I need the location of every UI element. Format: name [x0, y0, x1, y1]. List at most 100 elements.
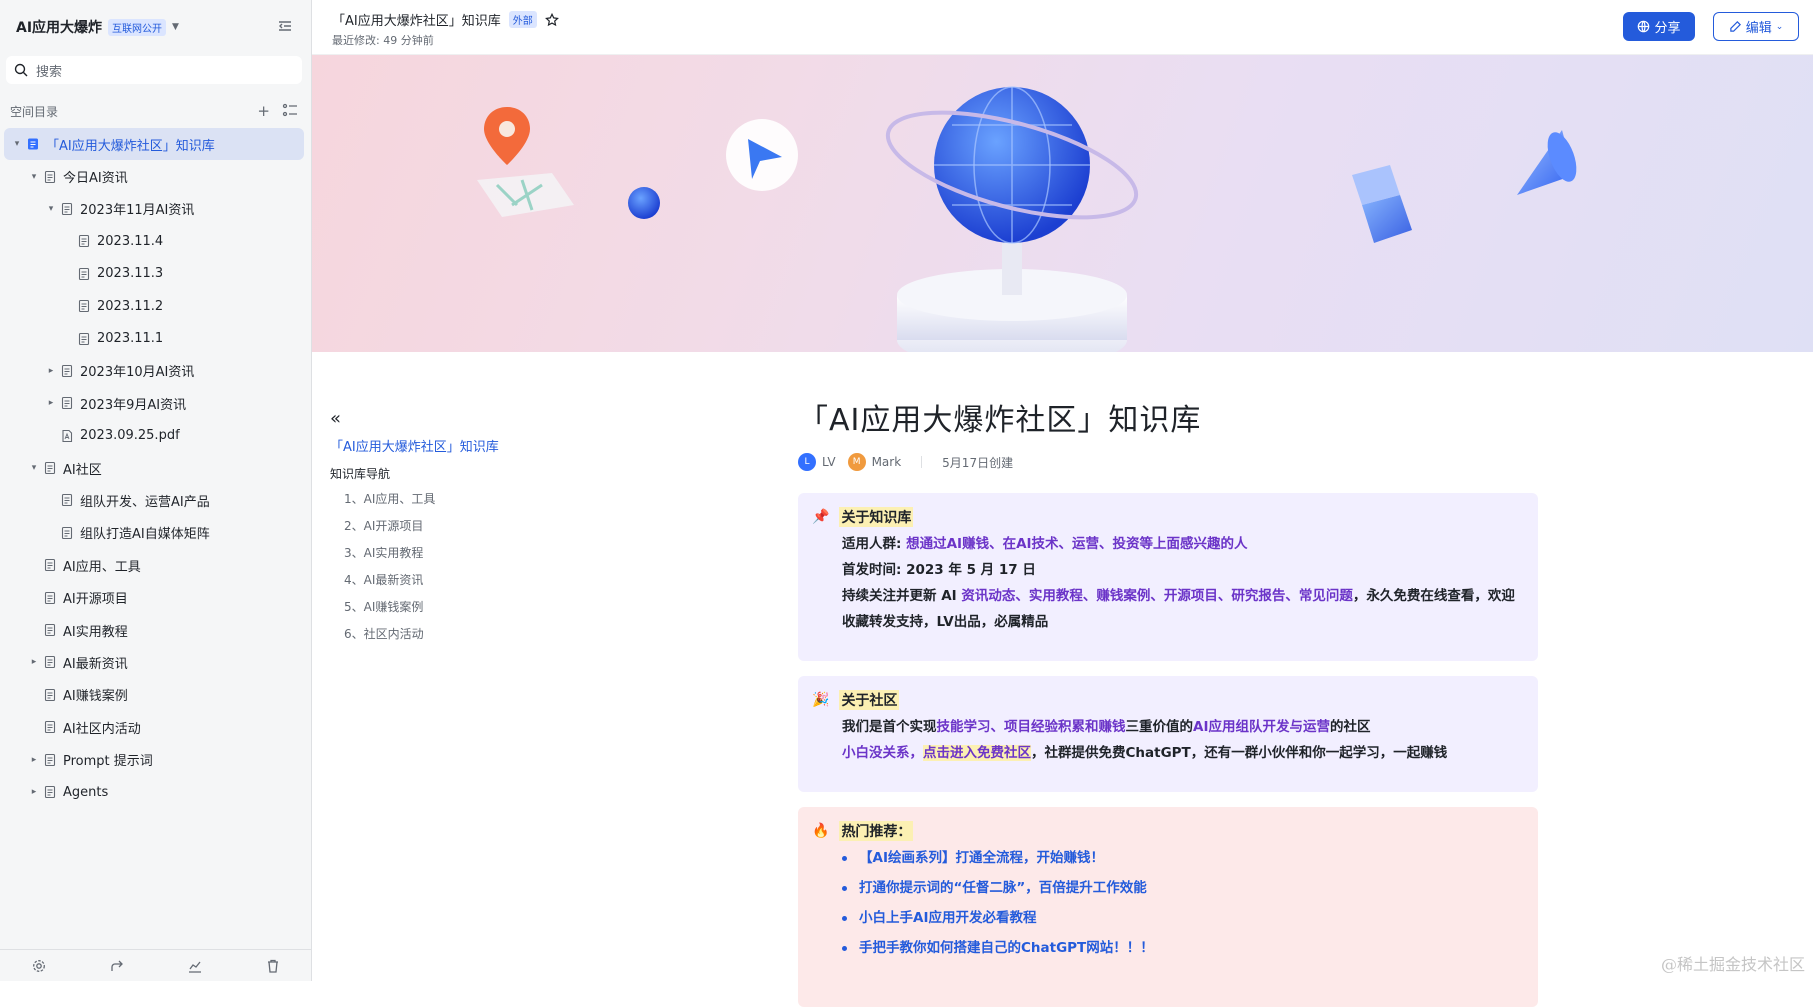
- chevron-down-icon: ⌄: [1776, 22, 1784, 32]
- map-pin-icon: [477, 107, 574, 217]
- text-highlight: 技能学习、项目经验积累和赚钱: [937, 719, 1126, 735]
- document-icon: [43, 720, 57, 734]
- join-community-link[interactable]: 点击进入免费社区: [923, 745, 1031, 761]
- tree-item[interactable]: ▾2023年11月AI资讯: [4, 193, 304, 225]
- text: ，社群提供免费ChatGPT，还有一群小伙伴和你一起学习，一起赚钱: [1031, 745, 1447, 761]
- caret-down-icon[interactable]: ▾: [27, 172, 41, 182]
- cube-icon: [1352, 165, 1412, 243]
- search-placeholder: 搜索: [36, 61, 62, 80]
- audience-line: 适用人群: 想通过AI赚钱、在AI技术、运营、投资等上面感兴趣的人: [842, 531, 1524, 557]
- top-bar: 「AI应用大爆炸社区」知识库 外部 最近修改: 49 分钟前 分享 编辑 ⌄: [312, 0, 1813, 55]
- tree-item[interactable]: ▾「AI应用大爆炸社区」知识库: [4, 128, 304, 160]
- tree-item-label: 2023.11.3: [97, 266, 163, 281]
- list-item-link[interactable]: 小白上手AI应用开发必看教程: [859, 903, 1036, 933]
- tree-item[interactable]: ▸ 2023年9月AI资讯: [4, 387, 304, 419]
- tree-item-label: 2023年9月AI资讯: [80, 394, 186, 413]
- tree-item[interactable]: ▸2023年10月AI资讯: [4, 355, 304, 387]
- tree-item[interactable]: AI赚钱案例: [4, 679, 304, 711]
- tree-item-label: AI最新资讯: [63, 653, 128, 672]
- avatar[interactable]: M: [848, 453, 866, 471]
- share-button[interactable]: 分享: [1623, 12, 1695, 41]
- tree-item-label: 组队开发、运营AI产品: [80, 491, 210, 510]
- bullet: [842, 946, 847, 951]
- tree-item[interactable]: 2023.09.25.pdf: [4, 420, 304, 452]
- caret-down-icon[interactable]: ▾: [10, 139, 24, 149]
- caret-right-icon[interactable]: ▸: [27, 787, 41, 797]
- text-highlight: 小白没关系，: [842, 745, 923, 761]
- callout-title: 关于知识库: [839, 507, 913, 527]
- share-out-icon[interactable]: [109, 958, 125, 974]
- avatar[interactable]: L: [798, 453, 816, 471]
- tree-item[interactable]: 组队开发、运营AI产品: [4, 484, 304, 516]
- edit-button[interactable]: 编辑 ⌄: [1713, 12, 1799, 41]
- caret-right-icon[interactable]: ▸: [44, 398, 58, 408]
- toc-item[interactable]: 4、AI最新资讯: [330, 567, 560, 594]
- external-badge: 外部: [509, 11, 537, 28]
- star-icon[interactable]: [545, 13, 559, 27]
- audience-value: 想通过AI赚钱、在AI技术、运营、投资等上面感兴趣的人: [906, 536, 1247, 552]
- callout-title: 关于社区: [839, 690, 899, 710]
- trash-icon[interactable]: [265, 958, 281, 974]
- document-icon: [43, 688, 57, 702]
- toc-item[interactable]: 2、AI开源项目: [330, 513, 560, 540]
- caret-down-icon[interactable]: ▾: [27, 463, 41, 473]
- space-header[interactable]: AI应用大爆炸 互联网公开 ▼: [16, 16, 179, 38]
- first-publish: 首发时间: 2023 年 5 月 17 日: [842, 557, 1524, 583]
- search-input[interactable]: 搜索: [6, 56, 302, 84]
- share-label: 分享: [1654, 17, 1680, 36]
- author-name[interactable]: LV: [822, 455, 836, 469]
- tree-item[interactable]: ▸Agents: [4, 776, 304, 808]
- chevron-down-icon[interactable]: ▼: [172, 22, 179, 32]
- document-icon: [43, 170, 57, 184]
- document-icon: [43, 785, 57, 799]
- collapse-toc-icon[interactable]: «: [330, 410, 560, 428]
- author-name[interactable]: Mark: [872, 455, 902, 469]
- list-item[interactable]: 打通你提示词的“任督二脉”，百倍提升工作效能: [842, 873, 1524, 903]
- space-tree: ▾「AI应用大爆炸社区」知识库▾今日AI资讯▾2023年11月AI资讯 2023.…: [4, 128, 304, 808]
- tree-item[interactable]: AI开源项目: [4, 581, 304, 613]
- tree-item-label: 2023.11.4: [97, 234, 163, 249]
- toc-item[interactable]: 1、AI应用、工具: [330, 486, 560, 513]
- list-item[interactable]: 【AI绘画系列】打通全流程，开始赚钱！: [842, 843, 1524, 873]
- list-item-link[interactable]: 【AI绘画系列】打通全流程，开始赚钱！: [859, 843, 1104, 873]
- tree-item[interactable]: AI应用、工具: [4, 549, 304, 581]
- document-icon: [43, 655, 57, 669]
- tree-item-label: 2023.11.1: [97, 331, 163, 346]
- tree-item[interactable]: ▾AI社区: [4, 452, 304, 484]
- tree-item[interactable]: 2023.11.2: [4, 290, 304, 322]
- list-settings-icon[interactable]: [282, 102, 298, 118]
- list-item-link[interactable]: 打通你提示词的“任督二脉”，百倍提升工作效能: [859, 873, 1147, 903]
- collapse-sidebar-icon[interactable]: [277, 18, 293, 34]
- list-item[interactable]: 小白上手AI应用开发必看教程: [842, 903, 1524, 933]
- list-item-link[interactable]: 手把手教你如何搭建自己的ChatGPT网站！！！: [859, 933, 1154, 963]
- document-icon: [77, 234, 91, 248]
- tree-item[interactable]: ▸ AI最新资讯: [4, 646, 304, 678]
- tree-item[interactable]: AI社区内活动: [4, 711, 304, 743]
- update-links[interactable]: 资讯动态、实用教程、赚钱案例、开源项目、研究报告、常见问题: [961, 588, 1353, 604]
- tree-item-label: Prompt 提示词: [63, 750, 153, 769]
- caret-right-icon[interactable]: ▸: [44, 366, 58, 376]
- analytics-icon[interactable]: [187, 958, 203, 974]
- toc-item[interactable]: 6、社区内活动: [330, 621, 560, 648]
- last-modified: 最近修改: 49 分钟前: [332, 32, 434, 48]
- toc-item[interactable]: 3、AI实用教程: [330, 540, 560, 567]
- list-item[interactable]: 手把手教你如何搭建自己的ChatGPT网站！！！: [842, 933, 1524, 963]
- caret-down-icon[interactable]: ▾: [44, 204, 58, 214]
- tree-item[interactable]: 2023.11.4: [4, 225, 304, 257]
- add-icon[interactable]: +: [257, 102, 270, 120]
- toc-nav-heading[interactable]: 知识库导航: [330, 465, 560, 482]
- divider: [921, 456, 922, 468]
- tree-item[interactable]: AI实用教程: [4, 614, 304, 646]
- text: 的社区: [1330, 719, 1371, 735]
- caret-right-icon[interactable]: ▸: [27, 657, 41, 667]
- cover-illustration: [312, 55, 1813, 352]
- caret-right-icon[interactable]: ▸: [27, 755, 41, 765]
- toc-item[interactable]: 5、AI赚钱案例: [330, 594, 560, 621]
- tree-item[interactable]: 2023.11.1: [4, 322, 304, 354]
- tree-item[interactable]: 2023.11.3: [4, 258, 304, 290]
- tree-item[interactable]: ▸ Prompt 提示词: [4, 743, 304, 775]
- toc-root-link[interactable]: 「AI应用大爆炸社区」知识库: [330, 436, 560, 455]
- tree-item[interactable]: ▾今日AI资讯: [4, 160, 304, 192]
- tree-item[interactable]: 组队打造AI自媒体矩阵: [4, 517, 304, 549]
- settings-icon[interactable]: [31, 958, 47, 974]
